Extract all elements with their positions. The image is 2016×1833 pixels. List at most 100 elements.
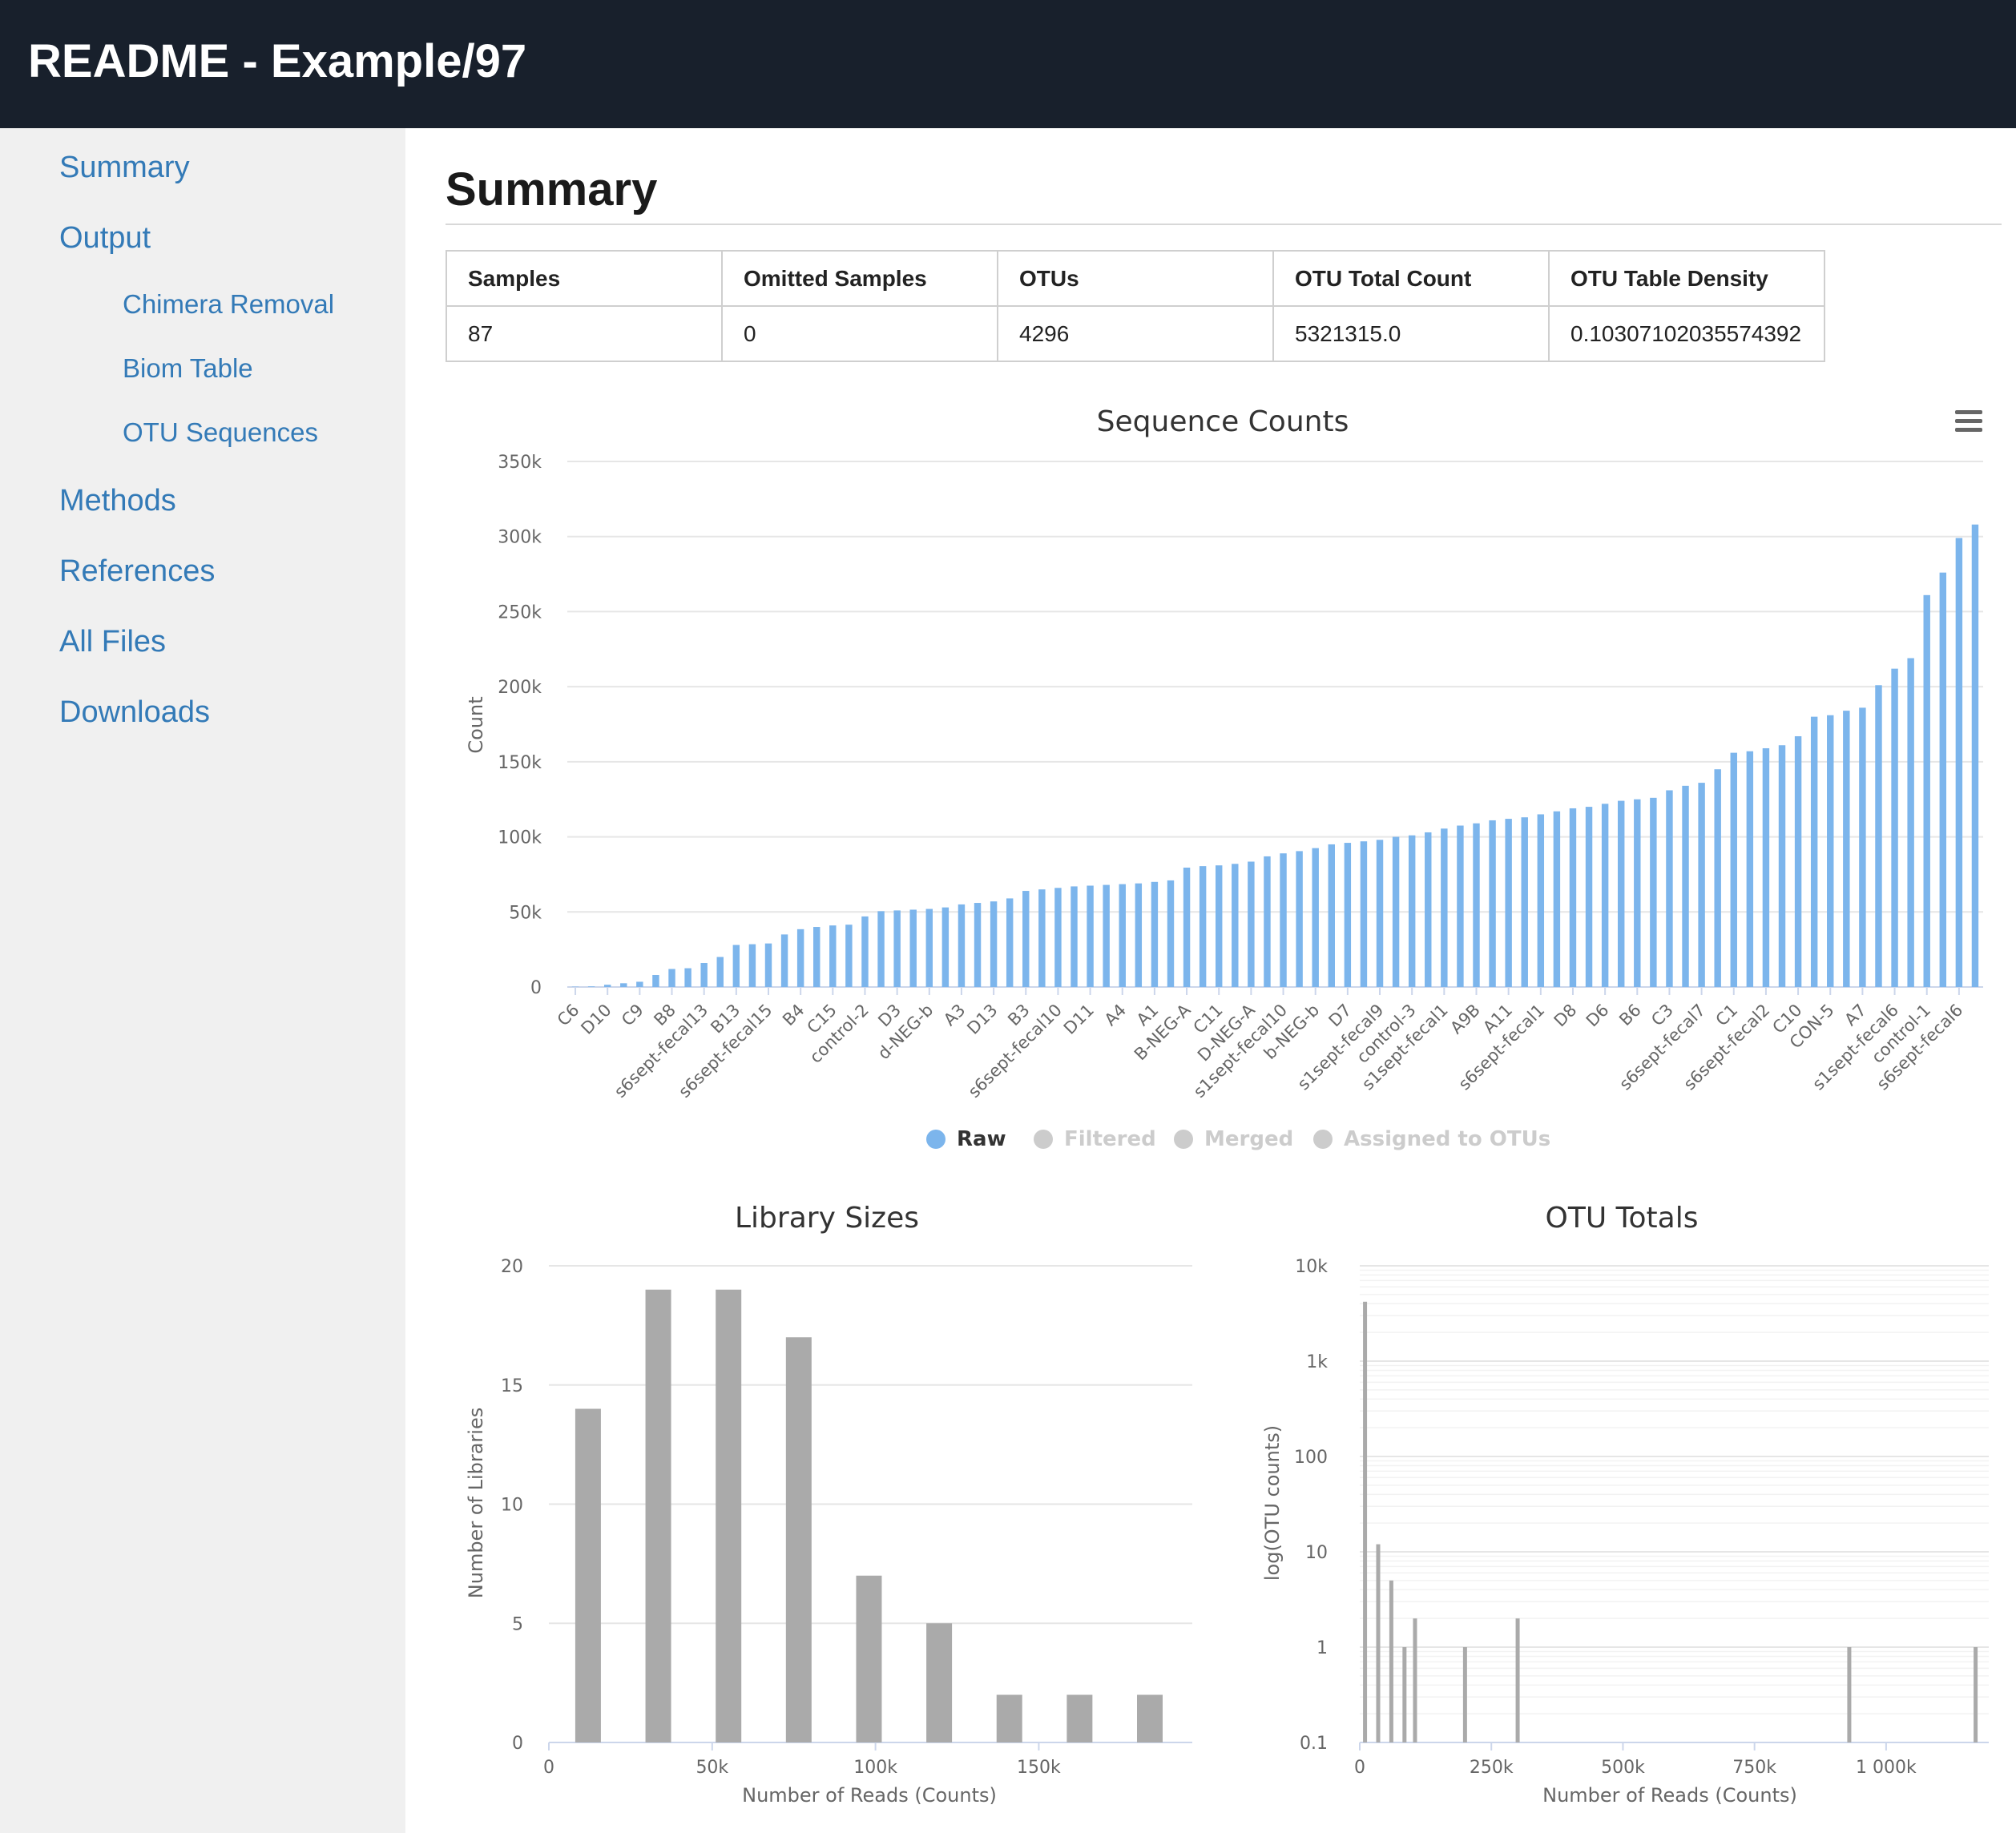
bar-raw[interactable] xyxy=(1344,843,1352,987)
bar-raw[interactable] xyxy=(1666,790,1673,987)
bar-raw[interactable] xyxy=(1859,707,1866,987)
bar-raw[interactable] xyxy=(1521,817,1528,987)
bar-raw[interactable] xyxy=(587,986,595,987)
otu-bar[interactable] xyxy=(1363,1301,1368,1742)
otu-bar[interactable] xyxy=(1462,1647,1467,1742)
bar-raw[interactable] xyxy=(1617,800,1625,987)
bar-raw[interactable] xyxy=(700,963,708,987)
bar-raw[interactable] xyxy=(974,903,982,987)
bar-raw[interactable] xyxy=(1730,752,1737,987)
bar-raw[interactable] xyxy=(1216,865,1223,987)
otu-bar[interactable] xyxy=(1376,1544,1381,1742)
legend-item-filtered[interactable]: Filtered xyxy=(1034,1127,1156,1151)
bar-raw[interactable] xyxy=(1183,867,1191,987)
bar-raw[interactable] xyxy=(829,925,837,987)
histogram-bar[interactable] xyxy=(1066,1694,1093,1743)
bar-raw[interactable] xyxy=(909,909,917,987)
bar-raw[interactable] xyxy=(1473,823,1480,987)
bar-raw[interactable] xyxy=(1087,885,1094,987)
bar-raw[interactable] xyxy=(1778,745,1786,987)
legend-item-merged[interactable]: Merged xyxy=(1174,1127,1293,1151)
bar-raw[interactable] xyxy=(1408,835,1416,987)
bar-raw[interactable] xyxy=(1682,785,1689,987)
histogram-bar[interactable] xyxy=(856,1575,882,1742)
nav-summary[interactable]: Summary xyxy=(59,149,190,186)
bar-raw[interactable] xyxy=(925,908,933,987)
bar-raw[interactable] xyxy=(780,934,788,987)
bar-raw[interactable] xyxy=(1714,769,1721,987)
bar-raw[interactable] xyxy=(1955,538,1963,987)
bar-raw[interactable] xyxy=(1810,716,1818,987)
bar-raw[interactable] xyxy=(620,983,627,987)
otu-bar[interactable] xyxy=(1389,1580,1393,1742)
legend-item-assigned-to-otus[interactable]: Assigned to OTUs xyxy=(1313,1127,1550,1151)
bar-raw[interactable] xyxy=(1264,856,1271,987)
bar-raw[interactable] xyxy=(1360,841,1368,987)
bar-raw[interactable] xyxy=(1827,715,1834,987)
bar-raw[interactable] xyxy=(1923,594,1930,987)
bar-raw[interactable] xyxy=(1939,572,1947,987)
bar-raw[interactable] xyxy=(1537,814,1545,987)
nav-downloads[interactable]: Downloads xyxy=(59,694,210,731)
otu-bar[interactable] xyxy=(1413,1618,1417,1742)
bar-raw[interactable] xyxy=(1328,844,1335,987)
bar-raw[interactable] xyxy=(1891,668,1898,987)
otu-bar[interactable] xyxy=(1974,1647,1978,1742)
nav-otu-sequences[interactable]: OTU Sequences xyxy=(123,417,318,449)
bar-raw[interactable] xyxy=(1457,825,1464,987)
bar-raw[interactable] xyxy=(1022,891,1030,987)
bar-raw[interactable] xyxy=(1296,851,1303,987)
nav-chimera-removal[interactable]: Chimera Removal xyxy=(123,288,334,320)
bar-raw[interactable] xyxy=(748,944,756,987)
bar-raw[interactable] xyxy=(941,907,950,987)
histogram-bar[interactable] xyxy=(926,1623,953,1742)
chart-menu-button[interactable] xyxy=(1941,402,1992,442)
nav-references[interactable]: References xyxy=(59,553,215,590)
histogram-bar[interactable] xyxy=(996,1694,1022,1743)
bar-raw[interactable] xyxy=(1794,735,1802,987)
bar-raw[interactable] xyxy=(1489,820,1496,987)
bar-raw[interactable] xyxy=(1151,881,1159,987)
bar-raw[interactable] xyxy=(732,945,740,987)
histogram-bar[interactable] xyxy=(785,1337,812,1742)
bar-raw[interactable] xyxy=(1392,836,1400,987)
bar-raw[interactable] xyxy=(813,927,821,987)
bar-raw[interactable] xyxy=(1907,658,1914,987)
bar-raw[interactable] xyxy=(1070,886,1078,987)
bar-raw[interactable] xyxy=(861,916,869,987)
histogram-bar[interactable] xyxy=(1137,1694,1163,1743)
bar-raw[interactable] xyxy=(1054,888,1062,987)
bar-raw[interactable] xyxy=(652,975,659,987)
bar-raw[interactable] xyxy=(1199,866,1207,987)
bar-raw[interactable] xyxy=(1248,861,1255,987)
nav-methods[interactable]: Methods xyxy=(59,482,176,519)
nav-all-files[interactable]: All Files xyxy=(59,623,166,660)
bar-raw[interactable] xyxy=(877,911,885,987)
bar-raw[interactable] xyxy=(1038,889,1046,987)
bar-raw[interactable] xyxy=(1232,864,1239,987)
bar-raw[interactable] xyxy=(796,929,804,987)
bar-raw[interactable] xyxy=(1312,848,1319,987)
otu-bar[interactable] xyxy=(1847,1647,1852,1742)
bar-raw[interactable] xyxy=(668,969,675,987)
bar-raw[interactable] xyxy=(1698,783,1705,987)
bar-raw[interactable] xyxy=(958,904,966,987)
bar-raw[interactable] xyxy=(764,943,772,987)
histogram-bar[interactable] xyxy=(716,1289,742,1742)
bar-raw[interactable] xyxy=(1376,840,1384,987)
bar-raw[interactable] xyxy=(1103,884,1110,987)
bar-raw[interactable] xyxy=(893,910,901,987)
bar-raw[interactable] xyxy=(1553,811,1561,987)
bar-raw[interactable] xyxy=(1280,853,1287,987)
bar-raw[interactable] xyxy=(1843,711,1850,987)
bar-raw[interactable] xyxy=(1746,751,1754,987)
bar-raw[interactable] xyxy=(990,901,998,987)
bar-raw[interactable] xyxy=(1971,524,1979,987)
bar-raw[interactable] xyxy=(1875,685,1882,987)
legend-item-raw[interactable]: Raw xyxy=(926,1127,1006,1151)
bar-raw[interactable] xyxy=(716,957,724,987)
bar-raw[interactable] xyxy=(1634,799,1641,987)
bar-raw[interactable] xyxy=(1006,898,1014,987)
bar-raw[interactable] xyxy=(1569,808,1577,987)
bar-raw[interactable] xyxy=(1441,828,1448,987)
